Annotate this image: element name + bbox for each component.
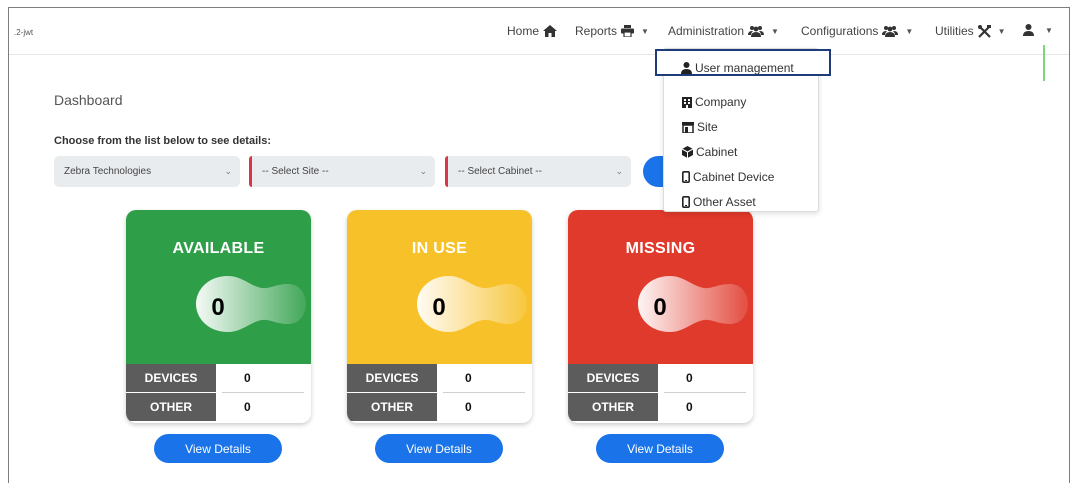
dropdown-item-cabinet-device[interactable]: Cabinet Device	[682, 168, 774, 186]
other-value: 0	[437, 393, 532, 421]
chevron-down-icon: ▼	[905, 26, 914, 36]
dropdown-item-label: Other Asset	[693, 195, 756, 209]
devices-label: DEVICES	[347, 364, 437, 392]
card-title: AVAILABLE	[172, 240, 265, 257]
choose-label: Choose from the list below to see detail…	[54, 135, 271, 147]
dropdown-item-label: Company	[695, 95, 747, 109]
other-label: OTHER	[568, 393, 658, 421]
users-icon	[748, 26, 765, 37]
devices-value: 0	[437, 364, 532, 392]
dropdown-item-label: User management	[695, 61, 794, 75]
nav-configurations-label: Configurations	[801, 24, 879, 38]
view-details-in-use-button[interactable]: View Details	[375, 434, 503, 463]
nav-utilities-label: Utilities	[935, 24, 974, 38]
chevron-down-icon: ⌄	[224, 166, 232, 176]
missing-count: 0	[653, 294, 667, 321]
site-select[interactable]: -- Select Site -- ⌄	[249, 156, 435, 187]
mobile-icon	[682, 171, 690, 183]
other-label: OTHER	[347, 393, 437, 421]
nav-reports[interactable]: Reports ▼	[575, 24, 649, 38]
top-navbar: .2-jwt Home Reports ▼ Administration ▼ C…	[9, 8, 1069, 55]
brand-name: .2-jwt	[14, 28, 34, 37]
building-icon	[682, 96, 692, 108]
dropdown-item-label: Cabinet Device	[693, 170, 775, 184]
dropdown-item-label: Cabinet	[696, 145, 738, 159]
devices-label: DEVICES	[126, 364, 216, 392]
nav-configurations[interactable]: Configurations ▼	[801, 24, 913, 38]
cube-icon	[682, 146, 693, 158]
nav-administration-label: Administration	[668, 24, 745, 38]
dropdown-item-cabinet[interactable]: Cabinet	[682, 143, 737, 161]
site-select-value: -- Select Site --	[262, 166, 329, 177]
dropdown-item-company[interactable]: Company	[682, 93, 746, 111]
dropdown-item-user-management[interactable]: User management	[681, 59, 794, 77]
chevron-down-icon: ▼	[641, 26, 649, 36]
company-select-value: Zebra Technologies	[64, 166, 152, 177]
store-icon	[682, 121, 694, 133]
available-card: AVAILABLE 0 DEVICES 0 OTHER 0	[126, 210, 311, 423]
nav-reports-label: Reports	[575, 24, 618, 38]
other-value: 0	[658, 393, 753, 421]
nav-utilities[interactable]: Utilities ▼	[935, 24, 1006, 38]
chevron-down-icon: ⌄	[615, 166, 623, 176]
other-value: 0	[216, 393, 311, 421]
missing-card: MISSING 0 DEVICES 0 OTHER 0	[568, 210, 753, 423]
view-details-missing-button[interactable]: View Details	[596, 434, 724, 463]
chevron-down-icon: ⌄	[419, 166, 427, 176]
devices-value: 0	[216, 364, 311, 392]
nav-home-label: Home	[507, 24, 540, 38]
chevron-down-icon: ▼	[997, 26, 1006, 36]
home-icon	[543, 25, 558, 37]
nav-administration[interactable]: Administration ▼	[668, 24, 779, 38]
dropdown-item-other-asset[interactable]: Other Asset	[682, 193, 756, 211]
cabinet-select[interactable]: -- Select Cabinet -- ⌄	[445, 156, 631, 187]
dropdown-item-site[interactable]: Site	[682, 118, 718, 136]
user-icon	[681, 62, 692, 74]
scroll-indicator	[1043, 45, 1045, 81]
devices-label: DEVICES	[568, 364, 658, 392]
card-title: MISSING	[625, 240, 696, 257]
other-label: OTHER	[126, 393, 216, 421]
in-use-count: 0	[432, 294, 446, 321]
chevron-down-icon: ▼	[771, 26, 779, 36]
nav-user-menu[interactable]: ▼	[1023, 24, 1053, 36]
app-frame: .2-jwt Home Reports ▼ Administration ▼ C…	[8, 7, 1070, 483]
in-use-card: IN USE 0 DEVICES 0 OTHER 0	[347, 210, 532, 423]
users-icon	[882, 26, 899, 37]
dropdown-item-label: Site	[697, 120, 718, 134]
card-title: IN USE	[411, 240, 468, 257]
tools-icon	[977, 24, 991, 38]
devices-value: 0	[658, 364, 753, 392]
print-icon	[621, 25, 635, 37]
user-icon	[1023, 24, 1034, 36]
available-count: 0	[211, 294, 225, 321]
page-title: Dashboard	[54, 92, 123, 108]
mobile-icon	[682, 196, 690, 208]
chevron-down-icon: ▼	[1045, 25, 1053, 35]
company-select[interactable]: Zebra Technologies ⌄	[54, 156, 240, 187]
nav-home[interactable]: Home	[507, 24, 558, 38]
view-details-available-button[interactable]: View Details	[154, 434, 282, 463]
cabinet-select-value: -- Select Cabinet --	[458, 166, 542, 177]
